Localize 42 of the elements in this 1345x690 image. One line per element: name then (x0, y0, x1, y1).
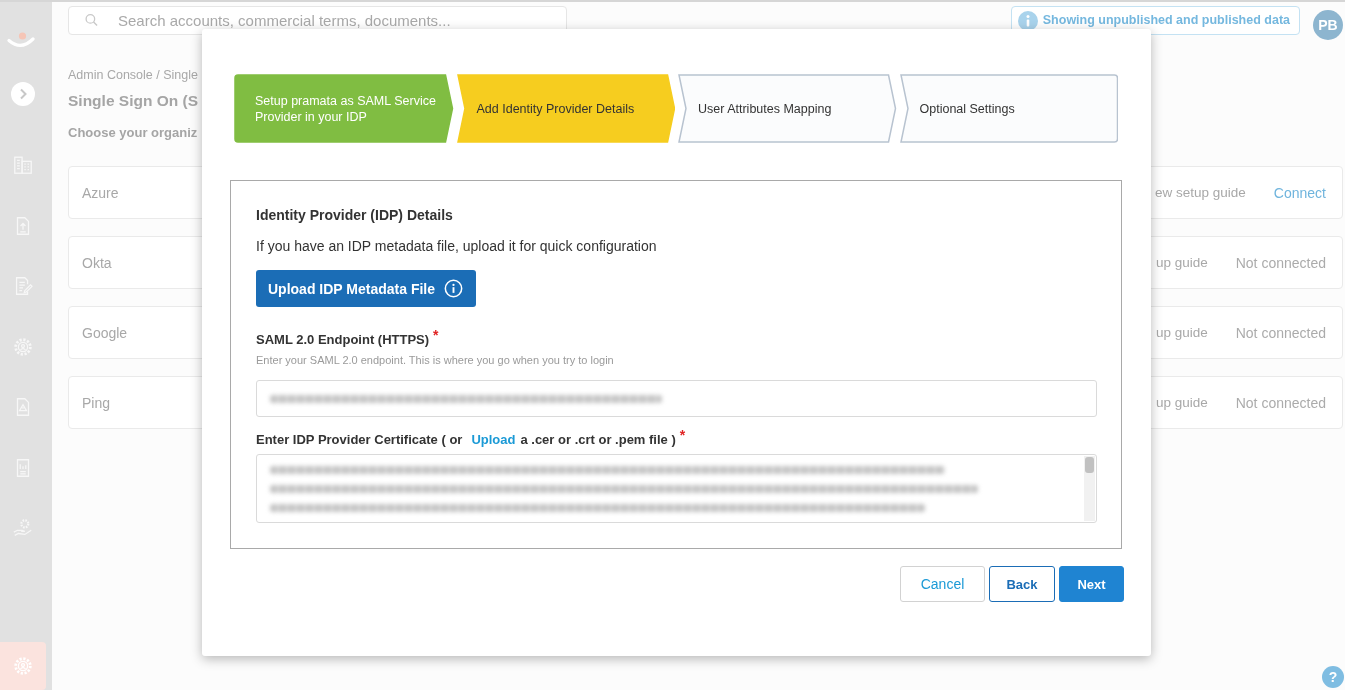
provider-name: Google (82, 324, 128, 341)
secondary-button[interactable]: Back (989, 566, 1055, 602)
provider-name: Ping (82, 394, 111, 411)
help-button[interactable]: ? (1322, 666, 1344, 688)
section-title: Identity Provider (IDP) Details (256, 206, 453, 224)
search-icon (85, 13, 98, 27)
wizard-step[interactable]: User Attributes Mapping (678, 74, 897, 143)
cancel-button[interactable]: Cancel (900, 566, 985, 602)
setup-guide-link[interactable]: up guide (1155, 395, 1208, 410)
wizard-step[interactable]: Optional Settings (899, 74, 1118, 143)
gear-person-icon (12, 655, 34, 677)
endpoint-label: SAML 2.0 Endpoint (HTTPS) * (256, 331, 439, 348)
connection-status: Not connected (1235, 324, 1326, 341)
breadcrumb: Admin Console / Single (68, 68, 198, 82)
provider-name: Okta (82, 254, 112, 271)
expand-button[interactable] (11, 82, 35, 106)
connect-link[interactable]: Connect (1273, 184, 1326, 201)
page-title: Single Sign On (S (68, 91, 199, 111)
certificate-label: Enter IDP Provider Certificate ( or Upload a .cer or .crt or .pem file ) * (256, 431, 686, 448)
page-subtitle: Choose your organiz (68, 125, 198, 141)
intro-text: If you have an IDP metadata file, upload it for quick configuration (256, 238, 657, 254)
endpoint-input[interactable] (256, 380, 1097, 417)
primary-button[interactable]: Next (1059, 566, 1124, 602)
upload-link[interactable]: Upload (471, 432, 516, 447)
user-avatar[interactable]: PB (1313, 10, 1343, 40)
info-icon (444, 279, 463, 298)
connection-status: Not connected (1235, 254, 1326, 271)
certificate-input[interactable] (256, 454, 1097, 523)
upload-metadata-button[interactable]: Upload IDP Metadata File (256, 270, 476, 307)
sidebar-item[interactable] (0, 642, 46, 690)
setup-guide-link[interactable]: up guide (1155, 255, 1208, 270)
setup-guide-link[interactable]: up guide (1155, 325, 1208, 340)
wizard-step[interactable]: Add Identity Provider Details (456, 74, 675, 143)
logo-icon (7, 31, 35, 49)
scrollbar[interactable] (1084, 456, 1095, 521)
endpoint-help-text: Enter your SAML 2.0 endpoint. This is where you go when you try to login (256, 353, 614, 367)
connection-status: Not connected (1235, 394, 1326, 411)
chevron-right-icon (19, 88, 27, 100)
wizard-step[interactable]: Setup pramata as SAML Service Provider in your IDP (234, 74, 454, 143)
provider-name: Azure (82, 184, 119, 201)
notice-text: Showing unpublished and published data (1042, 13, 1290, 28)
setup-guide-link[interactable]: ew setup guide (1155, 185, 1246, 200)
